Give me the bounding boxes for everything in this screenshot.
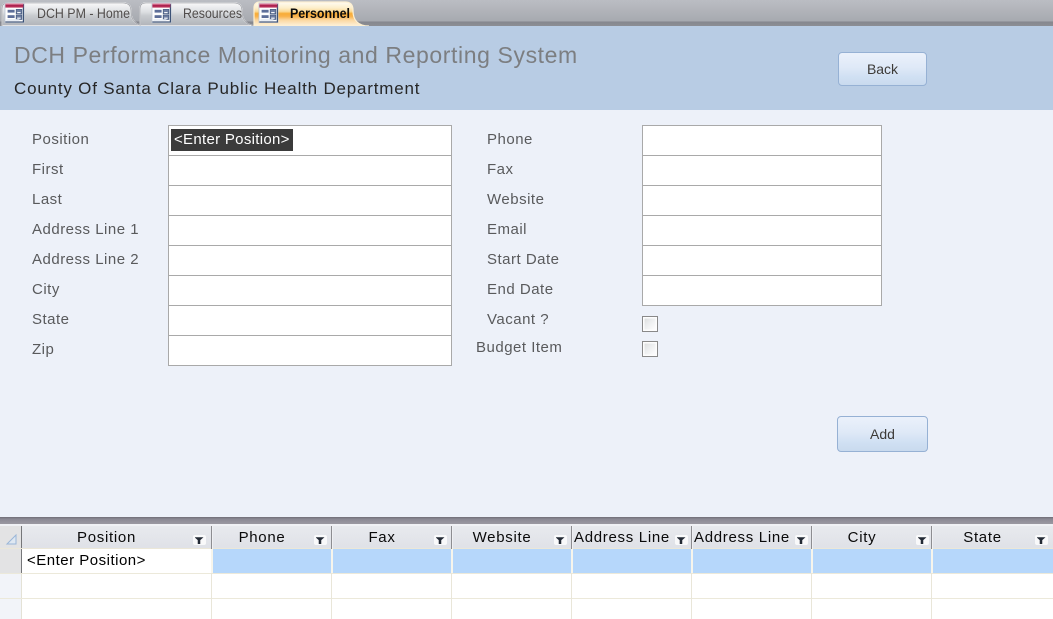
svg-text:Personnel: Personnel [290,6,350,21]
svg-text:Resources: Resources [183,6,242,21]
svg-text:DCH PM - Home: DCH PM - Home [37,6,130,21]
